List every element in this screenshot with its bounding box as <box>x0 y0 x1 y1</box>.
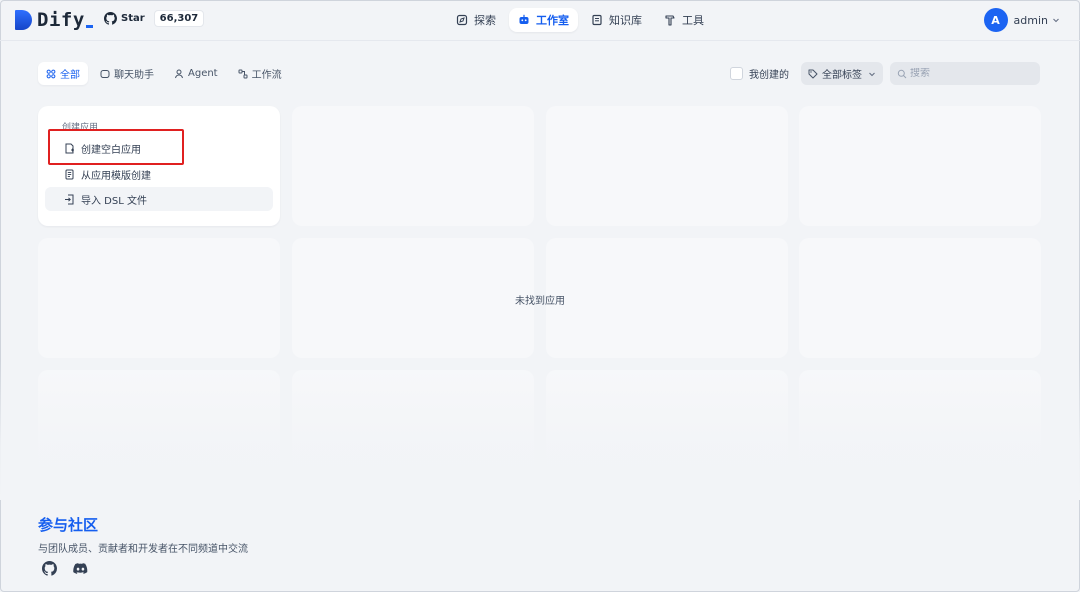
grid-icon <box>46 69 56 78</box>
user-menu[interactable]: A admin <box>983 8 1060 32</box>
nav-knowledge-label: 知识库 <box>609 14 642 27</box>
agent-icon <box>175 69 183 78</box>
template-icon <box>65 169 74 179</box>
nav-tools-label: 工具 <box>682 14 704 27</box>
community-title: 参与社区 <box>38 516 99 534</box>
search-input[interactable] <box>910 68 1030 79</box>
tag-filter-dropdown[interactable]: 全部标签 <box>801 62 883 85</box>
my-created-checkbox[interactable] <box>730 67 743 80</box>
discord-icon[interactable] <box>73 561 88 576</box>
tag-icon <box>808 69 818 78</box>
chevron-down-icon <box>869 72 875 76</box>
tab-workflow[interactable]: 工作流 <box>230 62 290 85</box>
user-name: admin <box>1013 13 1048 27</box>
tab-agent-label: Agent <box>188 68 218 79</box>
tab-agent[interactable]: Agent <box>166 62 226 85</box>
chevron-down-icon <box>1053 18 1059 23</box>
tag-filter-label: 全部标签 <box>822 70 862 81</box>
create-from-template-label: 从应用模版创建 <box>81 170 151 182</box>
github-icon <box>104 12 117 25</box>
app-type-tabs: 全部 聊天助手 Agent 工作流 <box>38 62 290 85</box>
explore-icon <box>456 14 468 26</box>
nav-studio[interactable]: 工作室 <box>509 8 578 32</box>
right-filters: 我创建的 全部标签 <box>730 62 1040 85</box>
github-star-widget[interactable]: Star 66,307 <box>104 10 205 27</box>
github-icon[interactable] <box>42 561 57 576</box>
book-icon <box>592 14 602 26</box>
create-app-card: 创建应用 创建空白应用 从应用模版创建 导入 DSL 文件 <box>38 106 280 226</box>
my-created-label[interactable]: 我创建的 <box>749 66 789 81</box>
community-section: 参与社区 与团队成员、贡献者和开发者在不同频道中交流 <box>38 514 248 555</box>
empty-state-text: 未找到应用 <box>515 296 565 307</box>
nav-tools[interactable]: 工具 <box>655 8 713 32</box>
tab-workflow-label: 工作流 <box>251 70 282 81</box>
red-highlight-box <box>48 129 184 165</box>
import-dsl-button[interactable]: 导入 DSL 文件 <box>45 187 273 211</box>
nav-explore[interactable]: 探索 <box>447 8 505 32</box>
logo-mark-icon <box>15 10 32 30</box>
placeholder-card <box>38 370 280 490</box>
search-icon <box>897 69 907 78</box>
tab-all-label: 全部 <box>60 70 80 81</box>
nav-explore-label: 探索 <box>474 14 496 27</box>
placeholder-card <box>292 106 534 226</box>
github-star-label: Star <box>121 13 145 24</box>
robot-icon <box>519 14 529 24</box>
avatar: A <box>983 8 1008 32</box>
nav-knowledge[interactable]: 知识库 <box>582 8 651 32</box>
placeholder-card <box>292 370 534 490</box>
nav-studio-label: 工作室 <box>536 14 569 27</box>
chat-icon <box>100 69 110 78</box>
tab-all[interactable]: 全部 <box>38 62 88 85</box>
hammer-icon <box>665 15 675 26</box>
tab-chat-assistant[interactable]: 聊天助手 <box>92 62 162 85</box>
community-subtitle: 与团队成员、贡献者和开发者在不同频道中交流 <box>38 544 248 555</box>
social-links <box>42 561 88 576</box>
tab-chat-assistant-label: 聊天助手 <box>114 70 154 81</box>
placeholder-card <box>546 106 788 226</box>
dify-logo[interactable]: Dify <box>15 9 93 31</box>
create-from-template-button[interactable]: 从应用模版创建 <box>45 162 273 186</box>
import-icon <box>65 194 74 204</box>
header-divider <box>0 40 1080 41</box>
placeholder-card <box>546 370 788 490</box>
placeholder-card <box>799 106 1041 226</box>
github-star-count: 66,307 <box>153 10 205 27</box>
placeholder-card <box>799 370 1041 490</box>
import-dsl-label: 导入 DSL 文件 <box>81 195 147 207</box>
logo-text: Dify <box>37 9 93 31</box>
workflow-icon <box>238 69 248 78</box>
main-nav: 探索 工作室 知识库 工具 <box>447 8 713 32</box>
top-header: Dify Star 66,307 探索 工作室 知识库 工具 A admin <box>0 0 1080 40</box>
search-box[interactable] <box>890 62 1040 85</box>
